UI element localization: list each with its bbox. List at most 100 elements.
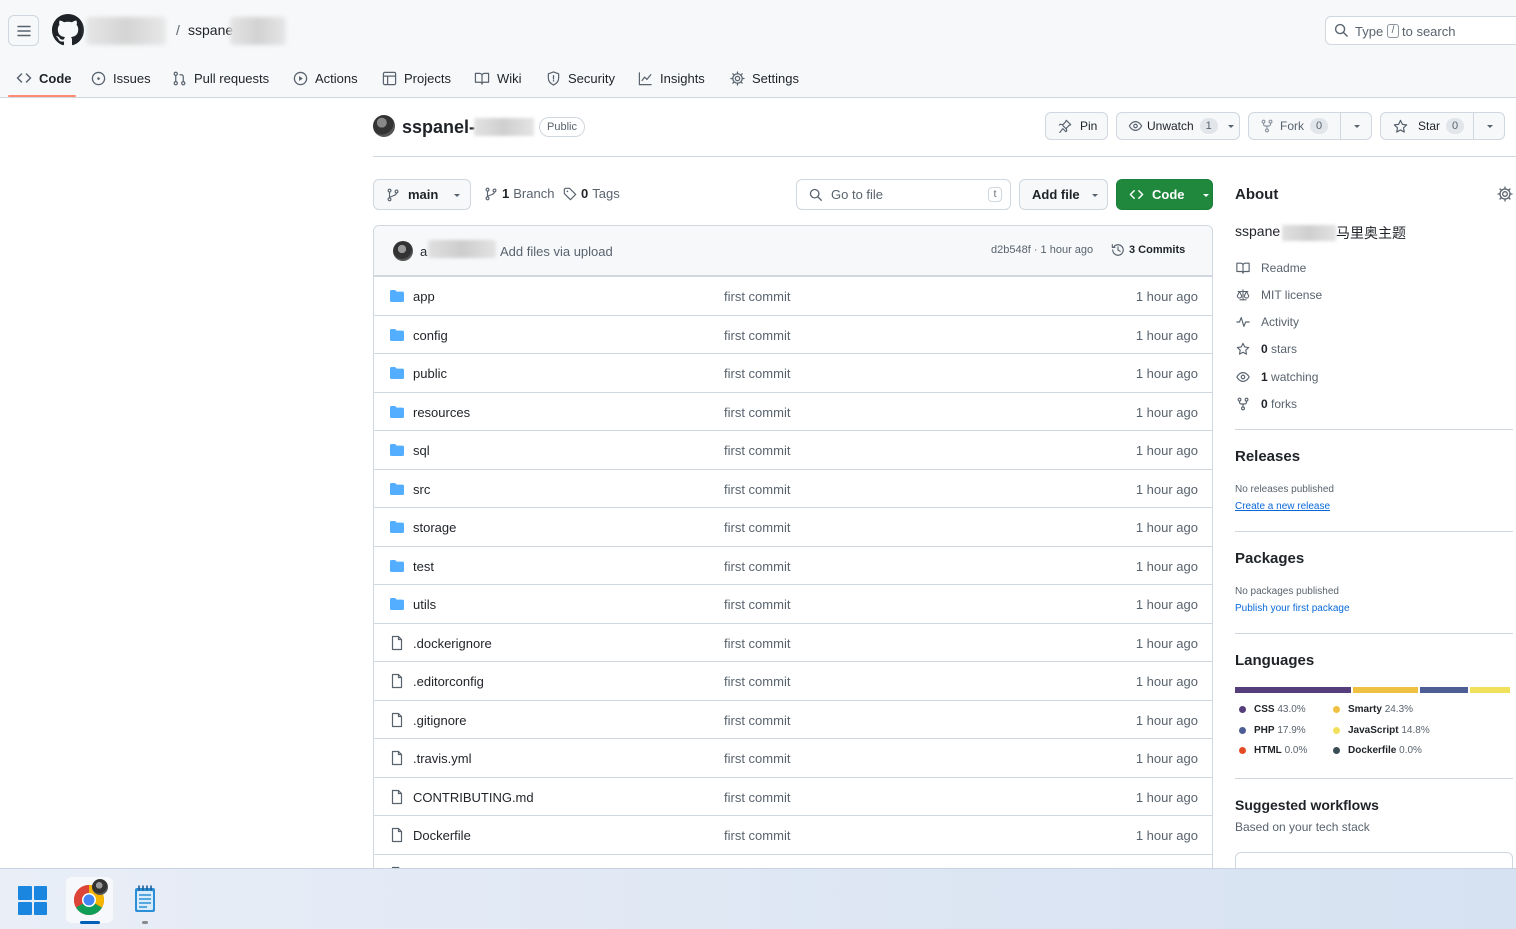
language-item[interactable]: Dockerfile 0.0% xyxy=(1333,745,1422,756)
file-name[interactable]: src xyxy=(413,482,430,497)
tab-wiki[interactable]: Wiki xyxy=(474,58,522,98)
file-row[interactable]: sql first commit 1 hour ago xyxy=(374,430,1212,469)
code-button[interactable]: Code xyxy=(1116,179,1213,210)
owner-name-redacted[interactable] xyxy=(86,17,166,45)
file-name[interactable]: test xyxy=(413,559,434,574)
file-row[interactable]: storage first commit 1 hour ago xyxy=(374,507,1212,546)
file-name[interactable]: Dockerfile xyxy=(413,828,471,843)
file-name[interactable]: sql xyxy=(413,443,430,458)
file-row[interactable]: test first commit 1 hour ago xyxy=(374,545,1212,585)
stars-link[interactable]: 0 stars xyxy=(1235,342,1297,356)
file-commit-message[interactable]: first commit xyxy=(724,636,790,651)
file-name[interactable]: app xyxy=(413,289,435,304)
file-name[interactable]: utils xyxy=(413,597,436,612)
star-button[interactable]: Star 0 xyxy=(1380,112,1505,140)
language-item[interactable]: CSS 43.0% xyxy=(1239,704,1306,715)
file-row[interactable]: .travis.yml first commit 1 hour ago xyxy=(374,738,1212,777)
language-bar-segment[interactable] xyxy=(1235,687,1351,693)
file-row[interactable]: src first commit 1 hour ago xyxy=(374,468,1212,508)
language-bar-segment[interactable] xyxy=(1352,687,1419,693)
tab-insights[interactable]: Insights xyxy=(638,58,705,98)
commit-author-avatar[interactable] xyxy=(393,241,413,261)
file-commit-message[interactable]: first commit xyxy=(724,597,790,612)
commit-hash-time[interactable]: d2b548f · 1 hour ago xyxy=(991,244,1093,256)
tab-issues[interactable]: Issues xyxy=(91,58,151,98)
tab-security[interactable]: Security xyxy=(546,58,615,98)
forks-link[interactable]: 0 forks xyxy=(1235,397,1297,411)
file-commit-message[interactable]: first commit xyxy=(724,713,790,728)
file-commit-message[interactable]: first commit xyxy=(724,328,790,343)
file-commit-message[interactable]: first commit xyxy=(724,674,790,689)
fork-button[interactable]: Fork 0 xyxy=(1248,112,1372,140)
language-bar-segment[interactable] xyxy=(1470,687,1510,693)
language-item[interactable]: HTML 0.0% xyxy=(1239,745,1307,756)
tags-link[interactable]: 0 Tags xyxy=(563,186,620,201)
file-commit-message[interactable]: first commit xyxy=(724,366,790,381)
github-logo-icon[interactable] xyxy=(52,14,84,46)
file-name[interactable]: .editorconfig xyxy=(413,674,484,689)
file-name[interactable]: storage xyxy=(413,520,456,535)
notepad-icon[interactable] xyxy=(134,885,156,913)
file-name[interactable]: config xyxy=(413,328,448,343)
file-name[interactable]: .travis.yml xyxy=(413,751,472,766)
owner-avatar[interactable] xyxy=(373,115,395,137)
activity-link[interactable]: Activity xyxy=(1235,315,1299,329)
language-item[interactable]: PHP 17.9% xyxy=(1239,725,1306,736)
file-commit-message[interactable]: first commit xyxy=(724,559,790,574)
file-commit-message[interactable]: first commit xyxy=(724,289,790,304)
language-item[interactable]: JavaScript 14.8% xyxy=(1333,725,1430,736)
file-name[interactable]: .dockerignore xyxy=(413,636,492,651)
file-row[interactable]: config first commit 1 hour ago xyxy=(374,314,1212,354)
license-link[interactable]: MIT license xyxy=(1235,288,1322,302)
gear-icon[interactable] xyxy=(1497,186,1513,202)
publish-package-link[interactable]: Publish your first package xyxy=(1235,603,1350,614)
file-row[interactable]: public first commit 1 hour ago xyxy=(374,353,1212,392)
add-file-button[interactable]: Add file xyxy=(1019,179,1108,210)
file-row[interactable]: utils first commit 1 hour ago xyxy=(374,584,1212,623)
commits-link[interactable]: 3 Commits xyxy=(1111,243,1185,257)
file-name[interactable]: .gitignore xyxy=(413,713,466,728)
tab-pull-requests[interactable]: Pull requests xyxy=(172,58,269,98)
pin-button[interactable]: Pin xyxy=(1045,112,1108,140)
file-commit-message[interactable]: first commit xyxy=(724,520,790,535)
file-commit-message[interactable]: first commit xyxy=(724,443,790,458)
file-row[interactable]: .dockerignore first commit 1 hour ago xyxy=(374,622,1212,662)
file-row[interactable]: CONTRIBUTING.md first commit 1 hour ago xyxy=(374,776,1212,816)
packages-heading[interactable]: Packages xyxy=(1235,550,1304,567)
file-commit-message[interactable]: first commit xyxy=(724,751,790,766)
windows-start-icon[interactable] xyxy=(18,886,47,915)
file-name[interactable]: CONTRIBUTING.md xyxy=(413,790,534,805)
menu-button[interactable] xyxy=(8,15,39,46)
commit-message[interactable]: Add files via upload xyxy=(500,244,613,259)
releases-heading[interactable]: Releases xyxy=(1235,448,1300,465)
tab-actions[interactable]: Actions xyxy=(293,58,358,98)
search-input[interactable]: Type / to search xyxy=(1325,16,1516,45)
file-name[interactable]: resources xyxy=(413,405,470,420)
chrome-taskbar-button[interactable] xyxy=(66,877,113,923)
tab-projects[interactable]: Projects xyxy=(382,58,451,98)
commit-author[interactable]: a xyxy=(420,244,427,259)
tab-code[interactable]: Code xyxy=(16,58,72,98)
watching-link[interactable]: 1 watching xyxy=(1235,370,1318,384)
readme-link[interactable]: Readme xyxy=(1235,261,1306,275)
branches-link[interactable]: 1 Branch xyxy=(484,186,554,201)
go-to-file-input[interactable]: Go to file t xyxy=(796,179,1011,210)
breadcrumb-repo[interactable]: sspane xyxy=(188,22,233,38)
file-row[interactable]: .editorconfig first commit 1 hour ago xyxy=(374,661,1212,700)
language-bar-segment[interactable] xyxy=(1420,687,1469,693)
tab-settings[interactable]: Settings xyxy=(730,58,799,98)
file-commit-message[interactable]: first commit xyxy=(724,790,790,805)
create-release-link[interactable]: Create a new release xyxy=(1235,501,1330,512)
file-commit-message[interactable]: first commit xyxy=(724,828,790,843)
file-row[interactable]: resources first commit 1 hour ago xyxy=(374,391,1212,431)
language-item[interactable]: Smarty 24.3% xyxy=(1333,704,1413,715)
file-row[interactable]: app first commit 1 hour ago xyxy=(374,276,1212,315)
file-name[interactable]: public xyxy=(413,366,447,381)
file-row[interactable]: .gitignore first commit 1 hour ago xyxy=(374,699,1212,739)
file-commit-message[interactable]: first commit xyxy=(724,482,790,497)
file-row[interactable]: Dockerfile first commit 1 hour ago xyxy=(374,815,1212,854)
repo-title[interactable]: sspanel- xyxy=(402,117,475,138)
branch-select-button[interactable]: main xyxy=(373,179,471,210)
file-commit-message[interactable]: first commit xyxy=(724,405,790,420)
unwatch-button[interactable]: Unwatch 1 xyxy=(1116,112,1240,140)
